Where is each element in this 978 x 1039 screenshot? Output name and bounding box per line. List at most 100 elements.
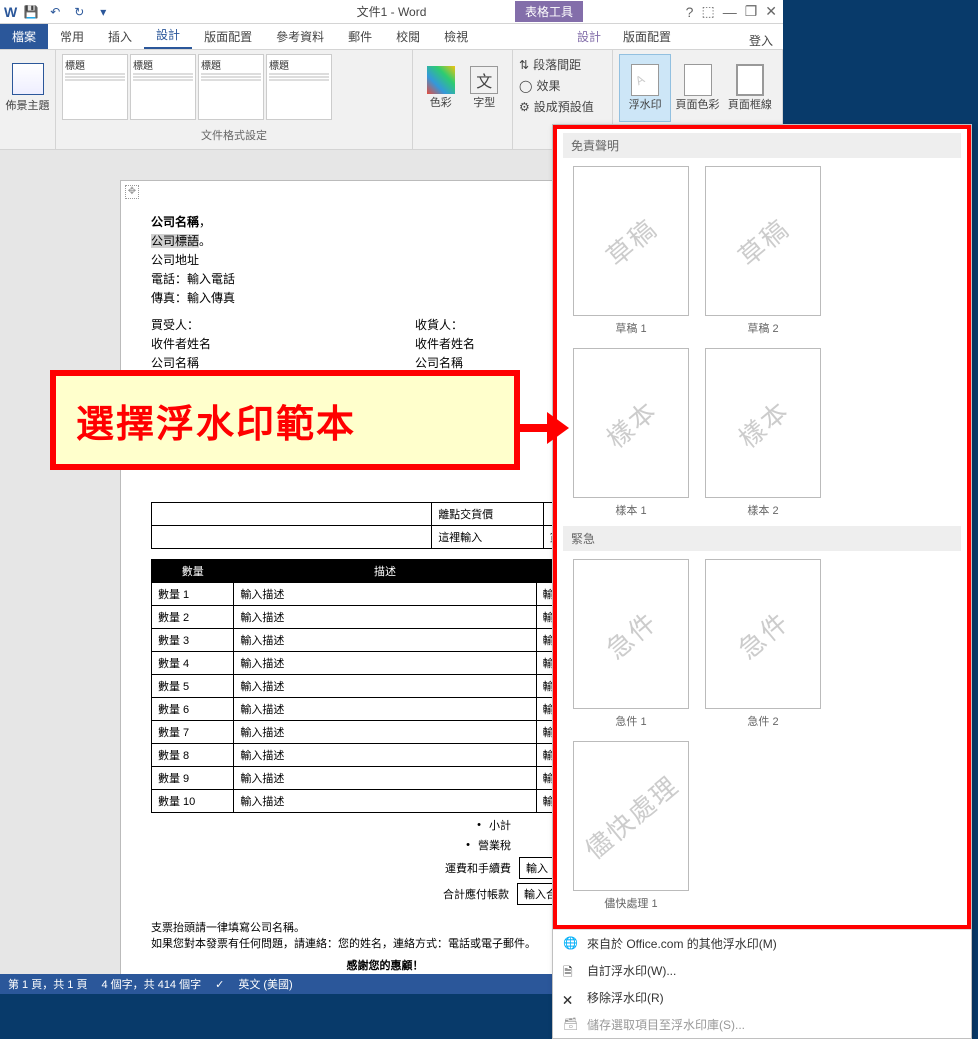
th-desc: 描述 [234,560,536,583]
cell-qty[interactable]: 數量 5 [152,675,234,698]
tab-review[interactable]: 校閱 [384,24,432,49]
tax-label: 營業稅 [478,837,511,853]
fonts-button[interactable]: 文 字型 [463,54,507,122]
cell-qty[interactable]: 數量 3 [152,629,234,652]
page-color-icon [684,64,712,96]
page-color-button[interactable]: 頁面色彩 [671,54,723,122]
save-icon[interactable]: 💾 [21,2,41,22]
subtotal-label: 小計 [489,817,511,833]
table-row: 數量 5輸入描述輸入價格 [152,675,619,698]
table-row: 數量 9輸入描述輸入價格 [152,767,619,790]
para-spacing-button[interactable]: ⇅段落間距 [519,54,606,75]
tab-view[interactable]: 檢視 [432,24,480,49]
cell-qty[interactable]: 數量 8 [152,744,234,767]
redo-icon[interactable]: ↻ [69,2,89,22]
qat-dropdown-icon[interactable]: ▾ [93,2,113,22]
cell-desc[interactable]: 輸入描述 [234,767,536,790]
effects-button[interactable]: ◯效果 [519,75,606,96]
watermark-template[interactable]: 草稿草稿 2 [703,166,823,336]
style-gallery[interactable]: 標題 標題 標題 標題 [62,54,406,120]
watermark-template[interactable]: 樣本樣本 2 [703,348,823,518]
document-title: 文件1 - Word [357,3,427,20]
table-row: 數量 2輸入描述輸入價格 [152,606,619,629]
tab-mailings[interactable]: 郵件 [336,24,384,49]
colors-button[interactable]: 色彩 [419,54,463,122]
help-icon[interactable]: ? [686,4,694,20]
watermark-label: 浮水印 [629,96,662,112]
save-selection-icon: 🗃 [563,1017,579,1033]
page-indicator[interactable]: 第 1 頁，共 1 頁 [8,976,87,992]
cell-qty[interactable]: 數量 7 [152,721,234,744]
cell-desc[interactable]: 輸入描述 [234,606,536,629]
cell-desc[interactable]: 輸入描述 [234,698,536,721]
table-row: 數量 3輸入描述輸入價格 [152,629,619,652]
anchor-icon[interactable]: ✥ [125,185,139,199]
style-item[interactable]: 標題 [266,54,332,120]
wm-more-office[interactable]: 🌐來自於 Office.com 的其他浮水印(M) [553,930,971,957]
set-default-button[interactable]: ⚙設成預設值 [519,96,606,117]
tab-file[interactable]: 檔案 [0,24,48,49]
watermark-template[interactable]: 儘快處理儘快處理 1 [571,741,691,911]
cell-desc[interactable]: 輸入描述 [234,744,536,767]
titlebar: W 💾 ↶ ↻ ▾ 文件1 - Word 表格工具 ? ⬚ — ❐ ✕ [0,0,783,24]
login-link[interactable]: 登入 [749,32,773,49]
cell-qty[interactable]: 數量 6 [152,698,234,721]
tab-design[interactable]: 設計 [144,22,192,49]
tab-tools-design[interactable]: 設計 [565,24,613,49]
colors-icon [427,66,455,94]
tab-insert[interactable]: 插入 [96,24,144,49]
style-item[interactable]: 標題 [198,54,264,120]
cell-desc[interactable]: 輸入描述 [234,652,536,675]
th-qty: 數量 [152,560,234,583]
custom-watermark-icon: 🗎 [563,963,579,979]
tab-home[interactable]: 常用 [48,24,96,49]
style-item[interactable]: 標題 [62,54,128,120]
wm-custom[interactable]: 🗎自訂浮水印(W)... [553,957,971,984]
cell-desc[interactable]: 輸入描述 [234,583,536,606]
watermark-item-label: 樣本 2 [747,502,778,518]
watermark-template[interactable]: 急件急件 1 [571,559,691,729]
cell-desc[interactable]: 輸入描述 [234,629,536,652]
cell-qty[interactable]: 數量 2 [152,606,234,629]
table-row: 數量 6輸入描述輸入價格 [152,698,619,721]
undo-icon[interactable]: ↶ [45,2,65,22]
watermark-thumb: 急件 [705,559,821,709]
cell-qty[interactable]: 數量 4 [152,652,234,675]
page-border-button[interactable]: 頁面框線 [724,54,776,122]
restore-icon[interactable]: ❐ [745,3,758,20]
tab-references[interactable]: 參考資料 [264,24,336,49]
footer-contact: 如果您對本發票有任何問題，請連絡：您的姓名，連絡方式：電話或電子郵件。 [151,935,619,951]
cell-desc[interactable]: 輸入描述 [234,790,536,813]
globe-icon: 🌐 [563,936,579,952]
arrow-line [519,424,549,432]
themes-button[interactable]: 佈景主題 [4,54,52,122]
language-indicator[interactable]: 英文 (美國) [238,976,292,992]
watermark-icon: A [631,64,659,96]
cell-qty[interactable]: 數量 10 [152,790,234,813]
close-icon[interactable]: ✕ [765,3,777,20]
minimize-icon[interactable]: — [723,4,737,20]
tab-tools-layout[interactable]: 版面配置 [611,24,683,49]
word-app-icon: W [4,4,17,20]
watermark-redbox: 免責聲明 草稿草稿 1草稿草稿 2樣本樣本 1樣本樣本 2 緊急 急件急件 1急… [553,125,971,929]
wm-remove[interactable]: 🗙移除浮水印(R) [553,984,971,1011]
watermark-item-label: 儘快處理 1 [604,895,657,911]
style-item[interactable]: 標題 [130,54,196,120]
items-table: 數量 描述 單價 數量 1輸入描述輸入價格數量 2輸入描述輸入價格數量 3輸入描… [151,559,619,813]
word-count[interactable]: 4 個字，共 414 個字 [101,976,201,992]
watermark-button[interactable]: A 浮水印 [619,54,671,122]
watermark-template[interactable]: 急件急件 2 [703,559,823,729]
fonts-icon: 文 [470,66,498,94]
watermark-thumb: 急件 [573,559,689,709]
cell-qty[interactable]: 數量 9 [152,767,234,790]
tab-layout[interactable]: 版面配置 [192,24,264,49]
cell-desc[interactable]: 輸入描述 [234,721,536,744]
company-slogan[interactable]: 公司標語 [151,234,199,248]
ribbon-options-icon[interactable]: ⬚ [701,3,714,20]
cell-desc[interactable]: 輸入描述 [234,675,536,698]
cell-qty[interactable]: 數量 1 [152,583,234,606]
watermark-thumb: 樣本 [573,348,689,498]
watermark-template[interactable]: 樣本樣本 1 [571,348,691,518]
watermark-template[interactable]: 草稿草稿 1 [571,166,691,336]
spellcheck-icon[interactable]: ✓ [215,978,224,991]
